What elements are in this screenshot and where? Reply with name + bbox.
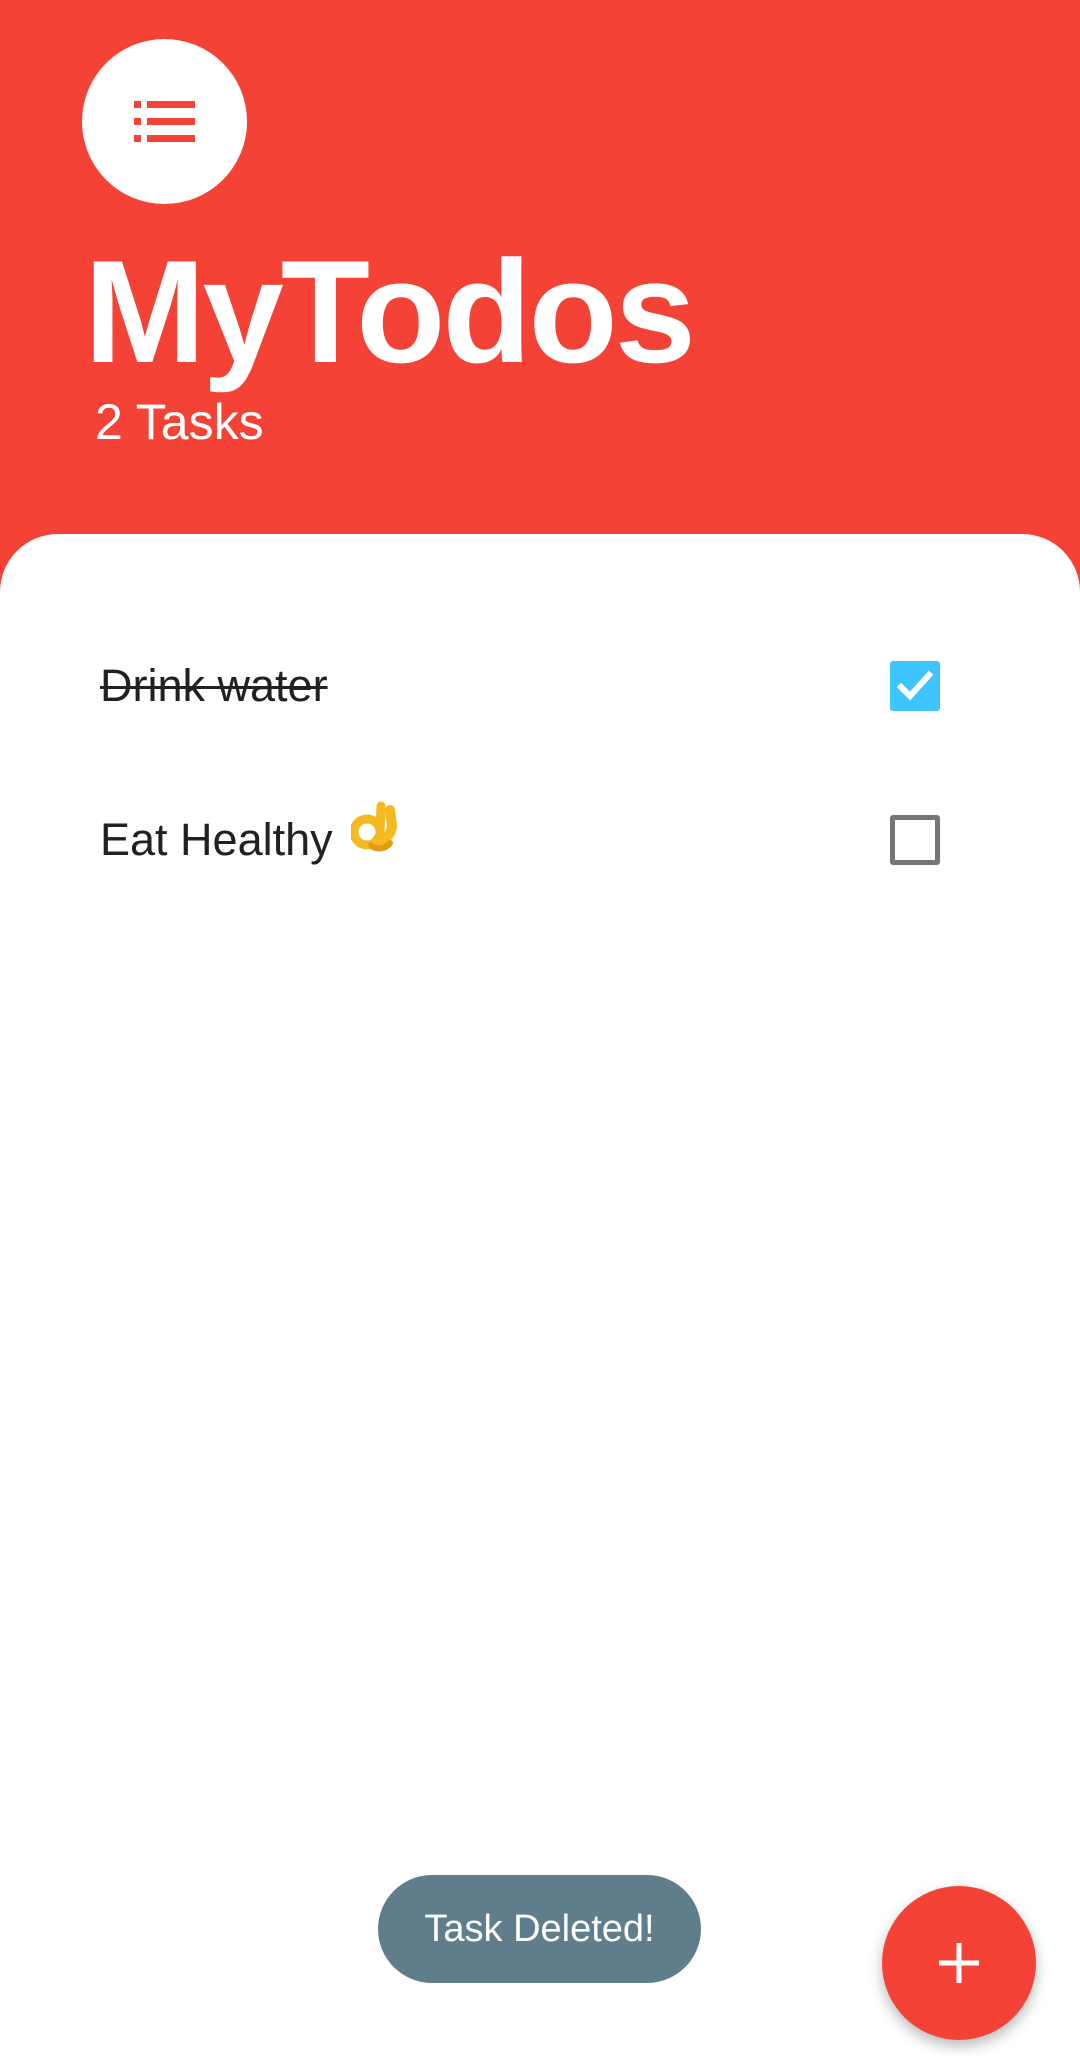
todo-checkbox-checked[interactable]: [890, 661, 940, 711]
add-task-button[interactable]: [882, 1886, 1036, 2040]
ok-hand-emoji: [349, 779, 398, 899]
todo-list: Drink water Eat Healthy: [0, 534, 1080, 2056]
todo-item[interactable]: Eat Healthy: [0, 780, 1080, 900]
plus-icon: [939, 1943, 979, 1983]
app-header: MyTodos 2 Tasks: [0, 0, 1080, 560]
todo-checkbox-unchecked[interactable]: [890, 815, 940, 865]
todo-text: Eat Healthy: [100, 814, 333, 865]
app-title: MyTodos: [84, 230, 696, 393]
list-icon: [134, 101, 195, 142]
todo-text-wrap: Eat Healthy: [100, 779, 398, 900]
app-logo: [82, 39, 247, 204]
snackbar: Task Deleted!: [378, 1875, 701, 1983]
todo-text: Drink water: [100, 660, 328, 711]
check-icon: [896, 670, 934, 701]
todo-item[interactable]: Drink water: [0, 626, 1080, 746]
task-count: 2 Tasks: [95, 394, 264, 450]
